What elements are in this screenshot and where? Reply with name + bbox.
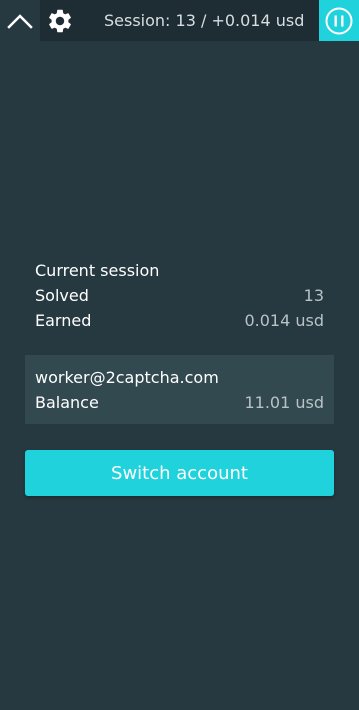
account-email-row: worker@2captcha.com	[35, 365, 324, 390]
account-card: worker@2captcha.com Balance 11.01 usd	[25, 355, 334, 424]
switch-account-button[interactable]: Switch account	[25, 450, 334, 496]
solved-row: Solved 13	[35, 283, 324, 308]
balance-value: 11.01 usd	[244, 393, 324, 412]
current-session-panel: Current session Solved 13 Earned 0.014 u…	[35, 258, 324, 333]
chevron-up-icon	[7, 13, 33, 29]
session-summary: Session: 13 / +0.014 usd	[104, 11, 305, 30]
solved-label: Solved	[35, 286, 89, 305]
collapse-button[interactable]	[0, 0, 40, 41]
pause-icon	[325, 7, 353, 34]
settings-button[interactable]	[40, 0, 80, 41]
earned-label: Earned	[35, 311, 92, 330]
top-bar: Session: 13 / +0.014 usd	[0, 0, 359, 41]
pause-button[interactable]	[319, 0, 359, 41]
gear-icon	[49, 9, 71, 32]
balance-row: Balance 11.01 usd	[35, 390, 324, 415]
earned-value: 0.014 usd	[244, 311, 324, 330]
earned-row: Earned 0.014 usd	[35, 308, 324, 333]
session-heading: Current session	[35, 261, 160, 280]
account-email: worker@2captcha.com	[35, 368, 219, 387]
session-heading-row: Current session	[35, 258, 324, 283]
solved-value: 13	[303, 286, 324, 305]
balance-label: Balance	[35, 393, 99, 412]
